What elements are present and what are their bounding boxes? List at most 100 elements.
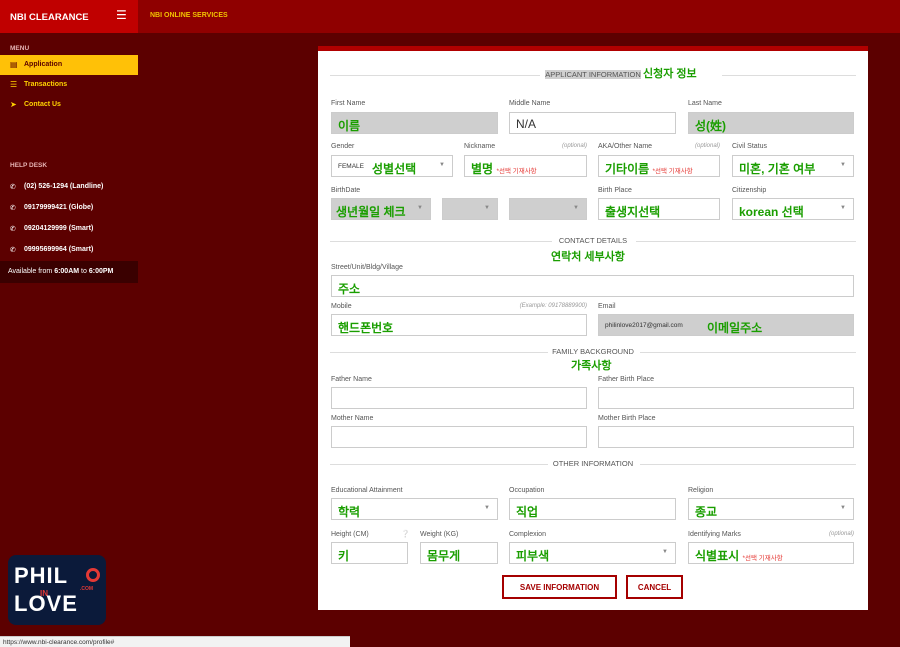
nickname-field[interactable]: 별명 *선택 기재사항 <box>464 155 587 177</box>
last-name-field[interactable]: 성(姓) <box>688 112 854 134</box>
section-title: OTHER INFORMATION <box>552 459 634 468</box>
mother-name-label: Mother Name <box>331 415 374 422</box>
field-note: *선택 기재사항 <box>496 168 537 175</box>
section-applicant-header: APPLICANT INFORMATION <box>330 70 856 80</box>
first-name-field[interactable]: 이름 <box>331 112 498 134</box>
logo-line1: PHIL <box>14 563 69 588</box>
availability-start: 6:00AM <box>54 268 80 275</box>
divider <box>330 75 540 76</box>
email-field[interactable]: philinlove2017@gmail.com 이메일주소 <box>598 314 854 336</box>
aka-field[interactable]: 기타이름 *선택 기재사항 <box>598 155 720 177</box>
divider <box>330 352 548 353</box>
optional-hint: (optional) <box>694 143 720 149</box>
top-title[interactable]: NBI ONLINE SERVICES <box>150 12 228 19</box>
first-name-label: First Name <box>331 100 366 107</box>
divider <box>640 464 856 465</box>
aka-label: AKA/Other Name <box>598 143 653 150</box>
section-annotation: 신청자 정보 <box>643 68 697 80</box>
document-icon: ▤ <box>10 60 18 69</box>
section-contact-header: CONTACT DETAILS <box>330 236 856 246</box>
helpdesk-phone[interactable]: ✆ 09204129999 (Smart) <box>0 225 138 233</box>
section-annotation: 연락처 세부사항 <box>551 251 625 263</box>
street-label: Street/Unit/Bldg/Village <box>331 264 403 271</box>
sidebar-item-contact-us[interactable]: ➤ Contact Us <box>0 95 138 115</box>
height-field[interactable]: 키 <box>331 542 408 564</box>
field-note: *선택 기재사항 <box>652 168 693 175</box>
sidebar-item-label: Application <box>24 61 63 68</box>
list-icon: ☰ <box>10 80 18 89</box>
father-name-field[interactable] <box>331 387 587 409</box>
birth-place-field[interactable]: 출생지선택 <box>598 198 720 220</box>
street-field[interactable]: 주소 <box>331 275 854 297</box>
citizenship-label: Citizenship <box>732 187 767 194</box>
complexion-select[interactable]: 피부색 ▼ <box>509 542 676 564</box>
field-value: 기타이름 <box>605 162 650 176</box>
nickname-label: Nickname <box>464 143 496 150</box>
religion-select[interactable]: 종교 ▼ <box>688 498 854 520</box>
helpdesk-phone[interactable]: ✆ 09995699964 (Smart) <box>0 246 138 254</box>
gender-select[interactable]: FEMALE 성별선택 ▼ <box>331 155 453 177</box>
hamburger-icon[interactable]: ☰ <box>116 9 127 21</box>
field-value: 성(姓) <box>695 119 727 133</box>
birthdate-month-select[interactable]: 생년월일 체크 ▼ <box>331 198 431 220</box>
section-title: FAMILY BACKGROUND <box>552 347 634 356</box>
birthdate-day-select[interactable]: ▼ <box>442 198 498 220</box>
civil-status-select[interactable]: 미혼, 기혼 여부 ▼ <box>732 155 854 177</box>
sidebar-item-transactions[interactable]: ☰ Transactions <box>0 75 138 95</box>
cancel-button[interactable]: CANCEL <box>626 575 683 599</box>
middle-name-label: Middle Name <box>509 100 551 107</box>
weight-field[interactable]: 몸무게 <box>420 542 498 564</box>
section-title: CONTACT DETAILS <box>558 236 628 245</box>
sidebar-item-application[interactable]: ▤ Application <box>0 55 138 75</box>
complexion-label: Complexion <box>509 531 546 538</box>
field-value: 학력 <box>338 505 361 519</box>
logo-com: .COM <box>80 586 94 592</box>
education-select[interactable]: 학력 ▼ <box>331 498 498 520</box>
field-value: philinlove2017@gmail.com <box>605 322 683 329</box>
section-other-header: OTHER INFORMATION <box>330 459 856 469</box>
mother-birth-place-label: Mother Birth Place <box>598 415 656 422</box>
helpdesk-heading: HELP DESK <box>10 162 48 169</box>
divider <box>636 241 856 242</box>
chevron-down-icon: ▼ <box>484 505 490 511</box>
phone-icon: ✆ <box>10 184 16 191</box>
occupation-field[interactable]: 직업 <box>509 498 676 520</box>
father-name-label: Father Name <box>331 376 372 383</box>
field-annotation: 이메일주소 <box>707 321 763 335</box>
citizenship-select[interactable]: korean 선택 ▼ <box>732 198 854 220</box>
field-value: FEMALE <box>338 163 365 170</box>
father-birth-place-field[interactable] <box>598 387 854 409</box>
availability-end: 6:00PM <box>88 268 114 275</box>
field-value: 별명 <box>471 162 494 176</box>
helpdesk-phone[interactable]: ✆ (02) 526-1294 (Landline) <box>0 183 138 191</box>
save-information-button[interactable]: SAVE INFORMATION <box>502 575 617 599</box>
mother-name-field[interactable] <box>331 426 587 448</box>
mobile-label: Mobile <box>331 303 352 310</box>
middle-name-field[interactable]: N/A <box>509 112 676 134</box>
optional-hint: (optional) <box>561 143 587 149</box>
sidebar-item-label: Contact Us <box>24 101 61 108</box>
helpdesk-phone[interactable]: ✆ 09179999421 (Globe) <box>0 204 138 212</box>
help-icon[interactable]: ❔ <box>401 530 410 538</box>
mobile-field[interactable]: 핸드폰번호 <box>331 314 587 336</box>
chevron-down-icon: ▼ <box>840 505 846 511</box>
availability-prefix: Available from <box>8 268 53 275</box>
chevron-down-icon: ▼ <box>417 205 423 211</box>
top-bar: NBI CLEARANCE ☰ NBI ONLINE SERVICES <box>0 0 900 33</box>
field-value: 핸드폰번호 <box>338 321 394 335</box>
phone-icon: ✆ <box>10 247 16 254</box>
birthdate-year-select[interactable]: ▼ <box>509 198 587 220</box>
father-birth-place-label: Father Birth Place <box>598 376 655 383</box>
mother-birth-place-field[interactable] <box>598 426 854 448</box>
chevron-down-icon: ▼ <box>840 205 846 211</box>
send-icon: ➤ <box>10 100 17 109</box>
sidebar-item-label: Transactions <box>24 81 68 88</box>
weight-label: Weight (KG) <box>420 531 459 538</box>
field-value: 생년월일 체크 <box>336 205 406 219</box>
availability-banner: Available from 6:00AM to 6:00PM <box>0 261 138 283</box>
field-value: 이름 <box>338 119 361 133</box>
divider <box>722 75 856 76</box>
availability-mid: to <box>81 268 87 275</box>
birthdate-label: BirthDate <box>331 187 361 194</box>
identifying-marks-field[interactable]: 식별표시 *선택 기재사항 <box>688 542 854 564</box>
